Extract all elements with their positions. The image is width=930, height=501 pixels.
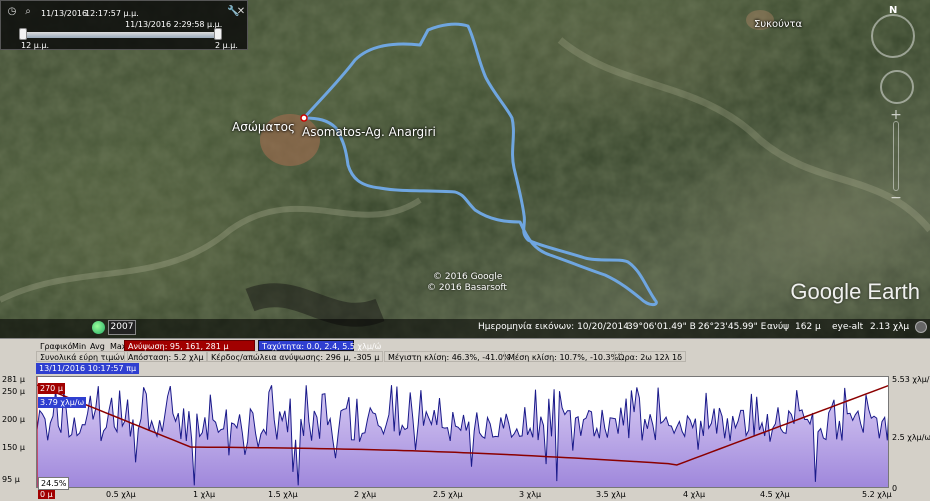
x-axis-0: 0 μ bbox=[38, 490, 55, 499]
eye-alt-value: 2.13 χλμ bbox=[870, 322, 910, 332]
time-stat: Ώρα: 2ω 12λ 1δ bbox=[614, 351, 686, 362]
globe-icon[interactable] bbox=[92, 321, 105, 334]
time-slider-panel[interactable]: ◷ ⌕ 11/13/2016 12:17:57 μ.μ. 11/13/2016 … bbox=[0, 0, 248, 50]
x-axis-4-5: 4.5 χλμ bbox=[760, 490, 790, 499]
status-bar: 2007 Ημερομηνία εικόνων: 10/20/2014 39°0… bbox=[0, 319, 930, 338]
close-icon[interactable]: ✕ bbox=[235, 6, 247, 18]
time-start-date: 11/13/2016 bbox=[41, 9, 88, 18]
left-axis-min: 95 μ bbox=[2, 475, 20, 484]
x-axis-2-5: 2.5 χλμ bbox=[433, 490, 463, 499]
time-end-datetime: 11/13/2016 2:29:58 μ.μ. bbox=[125, 20, 223, 29]
max-slope-stat: Μέγιστη κλίση: 46.3%, -41.0% bbox=[384, 351, 515, 362]
historical-year-button[interactable]: 2007 bbox=[108, 320, 136, 335]
elevation-profile-panel: Γραφικό Min Avg Max Ανύψωση: 95, 161, 28… bbox=[0, 338, 930, 501]
eye-alt-label: eye-alt bbox=[832, 322, 864, 332]
zoom-slider[interactable] bbox=[893, 121, 899, 191]
time-end-handle[interactable] bbox=[214, 28, 222, 40]
google-earth-window: Ασώματος Asomatos-Ag. Anargiri Συκούντα … bbox=[0, 0, 930, 501]
longitude: 26°23'45.99" Ε bbox=[698, 322, 767, 332]
google-earth-logo: Google Earth bbox=[790, 279, 920, 304]
elevation-value: 162 μ bbox=[795, 322, 821, 332]
cursor-speed-value: 3.79 χλμ/ω bbox=[38, 397, 87, 408]
zoom-out-icon[interactable]: − bbox=[888, 190, 904, 206]
track-label[interactable]: Asomatos-Ag. Anargiri bbox=[302, 125, 436, 139]
cursor-slope-value: 24.5% bbox=[38, 477, 70, 490]
totals-label: Συνολικά εύρη τιμών bbox=[36, 351, 129, 362]
village-label[interactable]: Ασώματος bbox=[232, 120, 295, 134]
x-axis-3-5: 3.5 χλμ bbox=[596, 490, 626, 499]
time-start-time: 12:17:57 μ.μ. bbox=[85, 9, 139, 18]
x-axis-1: 1 χλμ bbox=[193, 490, 216, 499]
latitude: 39°06'01.49" Β bbox=[627, 322, 696, 332]
village-ne-label[interactable]: Συκούντα bbox=[754, 19, 802, 30]
profile-plot[interactable] bbox=[36, 376, 889, 488]
clock-icon[interactable]: ◷ bbox=[6, 6, 18, 18]
x-axis-2: 2 χλμ bbox=[354, 490, 377, 499]
time-right-tick: 2 μ.μ. bbox=[215, 41, 238, 50]
elevation-label: ανύψ bbox=[767, 322, 790, 332]
look-around-control[interactable] bbox=[871, 14, 915, 58]
x-axis-3: 3 χλμ bbox=[519, 490, 542, 499]
distance-stat: Απόσταση: 5.2 χλμ bbox=[124, 351, 208, 362]
time-left-tick: 12 μ.μ. bbox=[21, 41, 49, 50]
left-axis-200: 200 μ bbox=[2, 415, 25, 424]
profile-date-tag: 13/11/2016 10:17:57 πμ bbox=[36, 363, 140, 374]
map-view[interactable]: Ασώματος Asomatos-Ag. Anargiri Συκούντα … bbox=[0, 0, 930, 338]
x-axis-1-5: 1.5 χλμ bbox=[268, 490, 298, 499]
time-slider-track[interactable] bbox=[21, 32, 221, 38]
right-axis-mid: 2.5 χλμ/ω bbox=[892, 433, 930, 442]
copyright-google: © 2016 Google bbox=[433, 272, 503, 282]
x-axis-end: 5.2 χλμ bbox=[862, 490, 892, 499]
compass-north-icon[interactable]: N bbox=[889, 5, 897, 16]
cursor-elevation-value: 270 μ bbox=[38, 383, 65, 394]
move-control[interactable] bbox=[880, 70, 914, 104]
x-axis-0-5: 0.5 χλμ bbox=[106, 490, 136, 499]
copyright-basarsoft: © 2016 Basarsoft bbox=[427, 283, 507, 293]
time-start-handle[interactable] bbox=[19, 28, 27, 40]
left-axis-250: 250 μ bbox=[2, 387, 25, 396]
right-axis-zero: 0 bbox=[892, 484, 898, 493]
right-axis-max: 5.53 χλμ/ω bbox=[892, 375, 930, 384]
speed-stat-button[interactable]: Ταχύτητα: 0.0, 2.4, 5.5 χλμ/ώ bbox=[258, 340, 381, 351]
imagery-date: Ημερομηνία εικόνων: 10/20/2014 bbox=[478, 322, 629, 332]
gain-loss-stat: Κέρδος/απώλεια ανύψωσης: 296 μ, -305 μ bbox=[207, 351, 384, 362]
left-axis-150: 150 μ bbox=[2, 443, 25, 452]
track-start-marker bbox=[300, 114, 308, 122]
x-axis-4: 4 χλμ bbox=[683, 490, 706, 499]
avg-slope-stat: Μέση κλίση: 10.7%, -10.3% bbox=[504, 351, 623, 362]
zoom-time-icon[interactable]: ⌕ bbox=[22, 6, 34, 18]
elevation-stat-button[interactable]: Ανύψωση: 95, 161, 281 μ bbox=[124, 340, 255, 351]
left-axis-max: 281 μ bbox=[2, 375, 25, 384]
profile-graph[interactable] bbox=[37, 377, 889, 488]
status-toggle-icon[interactable] bbox=[915, 321, 927, 333]
